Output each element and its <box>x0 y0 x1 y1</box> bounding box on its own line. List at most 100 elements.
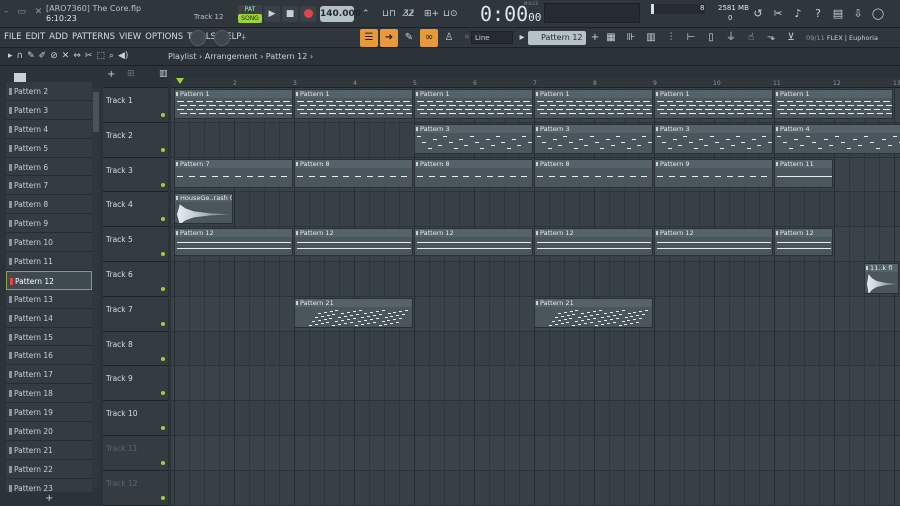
delete-icon[interactable]: ⊘ <box>50 51 58 61</box>
add-pattern-icon[interactable]: + <box>588 31 602 45</box>
news-ticker[interactable]: 09/11 FLEX | Euphoria <box>806 34 878 42</box>
track-mute-led[interactable] <box>161 217 165 222</box>
playlist-clip[interactable]: Pattern 1 <box>654 89 773 119</box>
step-edit-icon[interactable]: ⊞+ <box>424 6 439 22</box>
playlist-clip[interactable]: Pattern 21 <box>294 297 413 328</box>
undo-icon[interactable]: ↺ <box>750 6 766 22</box>
track-header[interactable]: Track 3 <box>103 157 168 193</box>
plugin-icon[interactable]: ⏚ <box>724 31 738 45</box>
add-track-icon[interactable]: + <box>107 69 115 80</box>
playlist-clip[interactable]: Pattern 1 <box>414 89 533 119</box>
mute-icon[interactable]: ✕ <box>62 51 70 61</box>
playlist-clip[interactable]: Pattern 3 <box>414 123 533 154</box>
mixer-faders-icon[interactable]: ⫶ <box>664 31 678 45</box>
play-button[interactable]: ▶ <box>264 6 280 22</box>
track-header[interactable]: Track 4 <box>103 192 168 228</box>
playlist-clip[interactable]: Pattern 1 <box>774 89 893 119</box>
pencil-icon[interactable]: ✎ <box>27 51 35 61</box>
brush-icon[interactable]: ✐ <box>39 51 47 61</box>
pattern-item[interactable]: Pattern 3 <box>6 100 92 120</box>
track-header[interactable]: Track 8 <box>103 331 168 367</box>
hierarchy-icon[interactable]: ⊢ <box>684 31 698 45</box>
tempo-display[interactable]: 140.000 <box>320 6 361 22</box>
magnet-icon[interactable]: ∩ <box>17 51 24 61</box>
main-volume-knob[interactable] <box>190 30 206 46</box>
pattern-item[interactable]: Pattern 19 <box>6 403 92 423</box>
track-mute-led[interactable] <box>161 182 165 187</box>
record-button[interactable] <box>300 6 316 22</box>
prev-pattern-icon[interactable]: ▸ <box>515 31 529 45</box>
playlist-clip[interactable]: Pattern 12 <box>174 228 293 256</box>
touch-icon[interactable]: ☝ <box>744 31 758 45</box>
track-header[interactable]: Track 10 <box>103 401 168 436</box>
window-controls[interactable]: – ▭ ✕ <box>4 7 45 17</box>
track-mute-led[interactable] <box>161 287 165 291</box>
multi-icon[interactable]: ⊞ <box>127 69 135 79</box>
track-mute-led[interactable] <box>161 495 165 500</box>
track-header[interactable]: Track 12 <box>103 470 168 506</box>
menu-options[interactable]: OPTIONS <box>145 32 183 42</box>
playlist-clip[interactable]: Pattern 8 <box>294 158 413 189</box>
menu-view[interactable]: VIEW <box>119 32 141 42</box>
draw-icon[interactable]: ✎ <box>402 31 416 45</box>
track-mute-led[interactable] <box>161 391 165 396</box>
pattern-item[interactable]: Pattern 14 <box>6 308 92 328</box>
scroll-thumb[interactable] <box>93 92 99 132</box>
pattern-item[interactable]: Pattern 10 <box>6 233 92 253</box>
pattern-item[interactable]: Pattern 20 <box>6 422 92 441</box>
playlist-clip[interactable]: Pattern 12 <box>414 228 533 256</box>
track-lane[interactable] <box>171 192 900 228</box>
playlist-clip[interactable]: Pattern 12 <box>774 228 833 256</box>
menu-edit[interactable]: EDIT <box>26 32 46 42</box>
track-lane[interactable] <box>171 262 900 297</box>
track-lane[interactable] <box>171 401 900 436</box>
playlist-clip[interactable]: Pattern 11 <box>774 158 833 189</box>
save-icon[interactable]: ▤ <box>830 6 846 22</box>
playlist-view-button[interactable]: ☰ <box>360 29 378 47</box>
playlist-clip[interactable]: Pattern 9 <box>654 158 773 189</box>
pitch-icon[interactable]: ⍭ <box>241 30 246 46</box>
track-header[interactable]: Track 1 <box>103 88 168 123</box>
countdown-icon[interactable]: 3̸2̸ <box>403 6 414 22</box>
render-icon[interactable]: ⇩ <box>850 6 866 22</box>
track-lane[interactable] <box>171 331 900 367</box>
slip-icon[interactable]: ⇔ <box>73 51 81 61</box>
playlist-grid[interactable]: Pattern 1 Pattern 1 Pattern 1 Pattern 1 Patt… <box>171 78 900 506</box>
playlist-clip[interactable]: Pattern 1 <box>294 89 413 119</box>
slice-icon[interactable]: ✂ <box>85 51 93 61</box>
track-mute-led[interactable] <box>161 426 165 431</box>
snap-select[interactable]: Line <box>471 31 513 44</box>
pattern-item[interactable]: Pattern 6 <box>6 157 92 177</box>
pattern-item[interactable]: Pattern 8 <box>6 195 92 215</box>
track-mute-led[interactable] <box>161 147 165 152</box>
stamp-icon[interactable]: ♙ <box>442 31 456 45</box>
metronome-icon[interactable]: ⌃ <box>362 6 370 22</box>
pattern-item[interactable]: Pattern 11 <box>6 252 92 271</box>
pattern-item[interactable]: Pattern 15 <box>6 327 92 347</box>
playlist-clip[interactable]: Pattern 3 <box>654 123 773 154</box>
speaker-icon[interactable]: ◀) <box>118 51 128 61</box>
timeline-ruler[interactable]: 2 3 4 5 6 7 8 9 10 11 12 13 <box>171 78 900 88</box>
pattern-item[interactable]: Pattern 4 <box>6 119 92 139</box>
playlist-clip[interactable]: Pattern 1 <box>174 89 293 119</box>
pattern-item[interactable]: Pattern 23 <box>6 478 92 492</box>
zoom-icon[interactable]: ⌕ <box>109 51 114 61</box>
playlist-clip[interactable]: 11..k fl <box>864 263 899 294</box>
track-header[interactable]: Track 9 <box>103 366 168 402</box>
chat-icon[interactable]: ◯ <box>870 6 886 22</box>
cart-icon[interactable]: ⊻ <box>784 31 798 45</box>
browser-icon[interactable]: ▯ <box>704 31 718 45</box>
track-mute-led[interactable] <box>161 113 165 117</box>
menu-add[interactable]: ADD <box>49 32 68 42</box>
track-mute-led[interactable] <box>161 461 165 465</box>
stop-button[interactable]: ■ <box>282 6 298 22</box>
track-header[interactable]: Track 11 <box>103 436 168 471</box>
track-lane[interactable] <box>171 470 900 506</box>
pattern-item[interactable]: Pattern 22 <box>6 459 92 479</box>
pat-song-toggle[interactable]: PAT SONG <box>238 5 262 23</box>
add-pattern-button[interactable]: + <box>45 493 53 504</box>
playlist-clip[interactable]: Pattern 8 <box>534 158 653 189</box>
pattern-item[interactable]: Pattern 16 <box>6 346 92 366</box>
arrow-icon[interactable]: ▸ <box>8 51 13 61</box>
mixer-icon[interactable]: ▦ <box>604 31 618 45</box>
